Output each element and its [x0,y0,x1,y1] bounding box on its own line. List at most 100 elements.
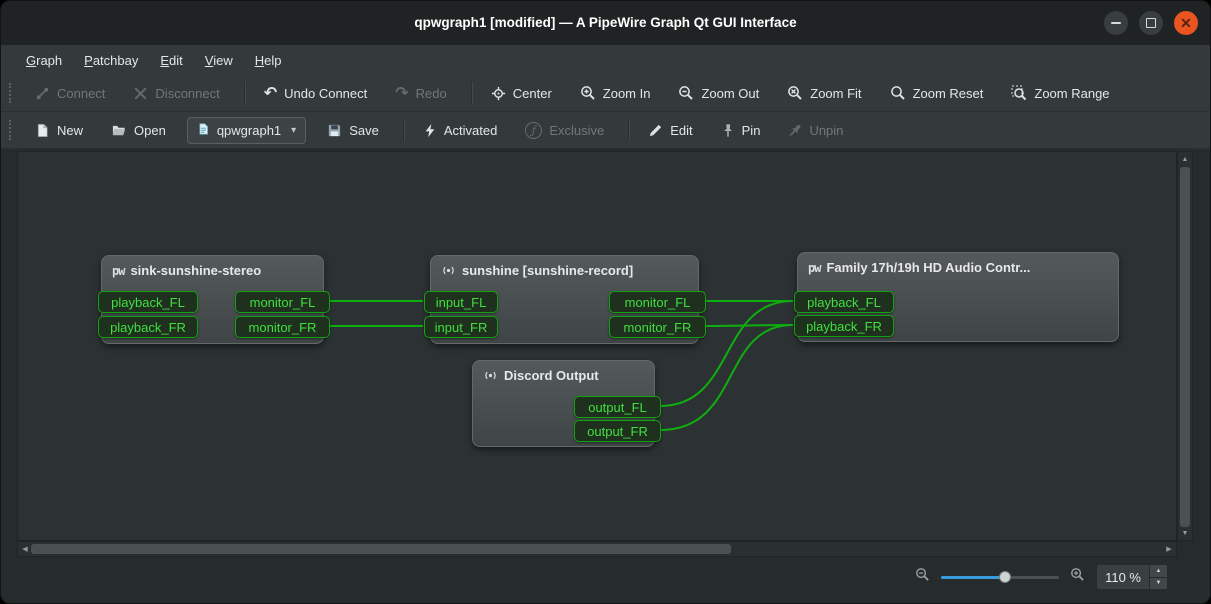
node-header: pw Family 17h/19h HD Audio Contr... [798,253,1118,275]
port-family-playback_FR[interactable]: playback_FR [794,315,894,337]
exclusive-icon: ƒ [525,122,542,139]
port-label: playback_FL [807,295,881,310]
undo-icon: ↶ [264,86,277,100]
port-label: monitor_FR [249,320,317,335]
zoom-slider[interactable] [941,570,1059,584]
new-label: New [57,123,83,138]
session-toolbar: New Open qpwgraph1 ▾ Save Ac [1,112,1210,149]
port-family-playback_FL[interactable]: playback_FL [794,291,894,313]
port-sink-monitor_FL[interactable]: monitor_FL [235,291,330,313]
port-label: input_FR [435,320,488,335]
pin-label: Pin [742,123,761,138]
center-icon [491,86,506,101]
window-title: qpwgraph1 [modified] — A PipeWire Graph … [414,1,796,45]
port-sink-playback_FR[interactable]: playback_FR [98,316,198,338]
center-button[interactable]: Center [480,80,563,107]
unpin-button[interactable]: Unpin [777,117,854,144]
undo-connect-button[interactable]: ↶ Undo Connect [253,80,379,107]
menu-patchbay[interactable]: Patchbay [73,49,149,72]
zoom-fit-button[interactable]: Zoom Fit [776,79,872,107]
node-sink-sunshine-stereo[interactable]: pw sink-sunshine-stereo playback_FL play… [101,255,324,344]
new-file-icon [35,123,50,138]
zoom-range-button[interactable]: Zoom Range [1000,79,1120,107]
horizontal-scrollbar[interactable]: ◀ ▶ [17,541,1177,557]
port-label: playback_FL [111,295,185,310]
zoom-reset-button[interactable]: Zoom Reset [879,79,995,107]
port-sunshine-input_FR[interactable]: input_FR [424,316,498,338]
vertical-scrollbar-thumb[interactable] [1180,167,1190,527]
node-family-audio-controller[interactable]: pw Family 17h/19h HD Audio Contr... play… [797,252,1119,342]
new-button[interactable]: New [24,117,94,144]
pipewire-icon: pw [808,261,820,275]
toolbar-drag-handle[interactable] [9,120,14,140]
scroll-up-arrow-icon[interactable]: ▲ [1178,152,1192,166]
zoom-spinbox[interactable]: 110 % ▲ ▼ [1096,564,1168,590]
zoom-fit-icon [787,85,803,101]
zoom-slider-handle[interactable] [999,571,1011,583]
chevron-down-icon: ▾ [291,125,296,136]
close-button[interactable]: ✕ [1174,11,1198,35]
port-label: monitor_FR [624,320,692,335]
zoom-in-icon [580,85,596,101]
close-icon: ✕ [1180,15,1192,32]
save-icon [327,123,342,138]
connect-button[interactable]: Connect [24,80,116,107]
zoom-range-icon [1011,85,1027,101]
graph-canvas[interactable]: pw sink-sunshine-stereo playback_FL play… [17,151,1177,541]
port-label: monitor_FL [250,295,316,310]
zoom-controls: 110 % ▲ ▼ [915,564,1168,590]
port-sunshine-monitor_FL[interactable]: monitor_FL [609,291,706,313]
disconnect-button[interactable]: Disconnect [122,80,230,107]
node-discord-output[interactable]: Discord Output output_FL output_FR [472,360,655,447]
save-button[interactable]: Save [316,117,390,144]
horizontal-scrollbar-thumb[interactable] [31,544,731,554]
port-sunshine-input_FL[interactable]: input_FL [424,291,498,313]
vertical-scrollbar[interactable]: ▲ ▼ [1177,151,1193,541]
zoom-in-small-icon[interactable] [1070,567,1085,587]
edit-label: Edit [670,123,692,138]
zoom-reset-label: Zoom Reset [913,86,984,101]
edit-button[interactable]: Edit [637,117,703,144]
port-sink-monitor_FR[interactable]: monitor_FR [235,316,330,338]
menu-help[interactable]: Help [244,49,293,72]
toolbar-drag-handle[interactable] [9,83,14,103]
node-title-text: Discord Output [504,368,599,383]
port-label: playback_FR [110,320,186,335]
session-selector[interactable]: qpwgraph1 ▾ [187,117,306,144]
menu-graph[interactable]: Graph [15,49,73,72]
spin-up-icon[interactable]: ▲ [1150,565,1167,577]
activated-button[interactable]: Activated [412,117,508,144]
node-header: sunshine [sunshine-record] [431,256,698,278]
zoom-out-small-icon[interactable] [915,567,930,587]
maximize-button[interactable] [1139,11,1163,35]
port-discord-output_FL[interactable]: output_FL [574,396,661,418]
edit-pencil-icon [648,123,663,138]
connection-sunshine-monitorFR-to-family-playbackFR[interactable] [705,325,793,326]
spin-down-icon[interactable]: ▼ [1150,577,1167,590]
pin-button[interactable]: Pin [710,117,772,144]
scroll-left-arrow-icon[interactable]: ◀ [18,542,32,556]
center-label: Center [513,86,552,101]
open-button[interactable]: Open [100,117,177,144]
redo-button[interactable]: ↷ Redo [384,80,457,107]
port-sink-playback_FL[interactable]: playback_FL [98,291,198,313]
minimize-button[interactable] [1104,11,1128,35]
node-sunshine[interactable]: sunshine [sunshine-record] input_FL inpu… [430,255,699,344]
scroll-right-arrow-icon[interactable]: ▶ [1162,542,1176,556]
menu-view[interactable]: View [194,49,244,72]
menu-edit[interactable]: Edit [149,49,193,72]
zoom-in-button[interactable]: Zoom In [569,79,662,107]
audio-device-icon [483,368,498,383]
port-discord-output_FR[interactable]: output_FR [574,420,661,442]
spin-buttons: ▲ ▼ [1149,565,1167,589]
open-folder-icon [111,123,127,138]
scroll-down-arrow-icon[interactable]: ▼ [1178,526,1192,540]
zoom-out-button[interactable]: Zoom Out [667,79,770,107]
exclusive-button[interactable]: ƒ Exclusive [514,116,615,145]
zoom-reset-icon [890,85,906,101]
titlebar: qpwgraph1 [modified] — A PipeWire Graph … [1,1,1210,46]
central-area: pw sink-sunshine-stereo playback_FL play… [1,149,1210,557]
port-sunshine-monitor_FR[interactable]: monitor_FR [609,316,706,338]
redo-icon: ↷ [395,86,408,100]
disconnect-label: Disconnect [155,86,219,101]
